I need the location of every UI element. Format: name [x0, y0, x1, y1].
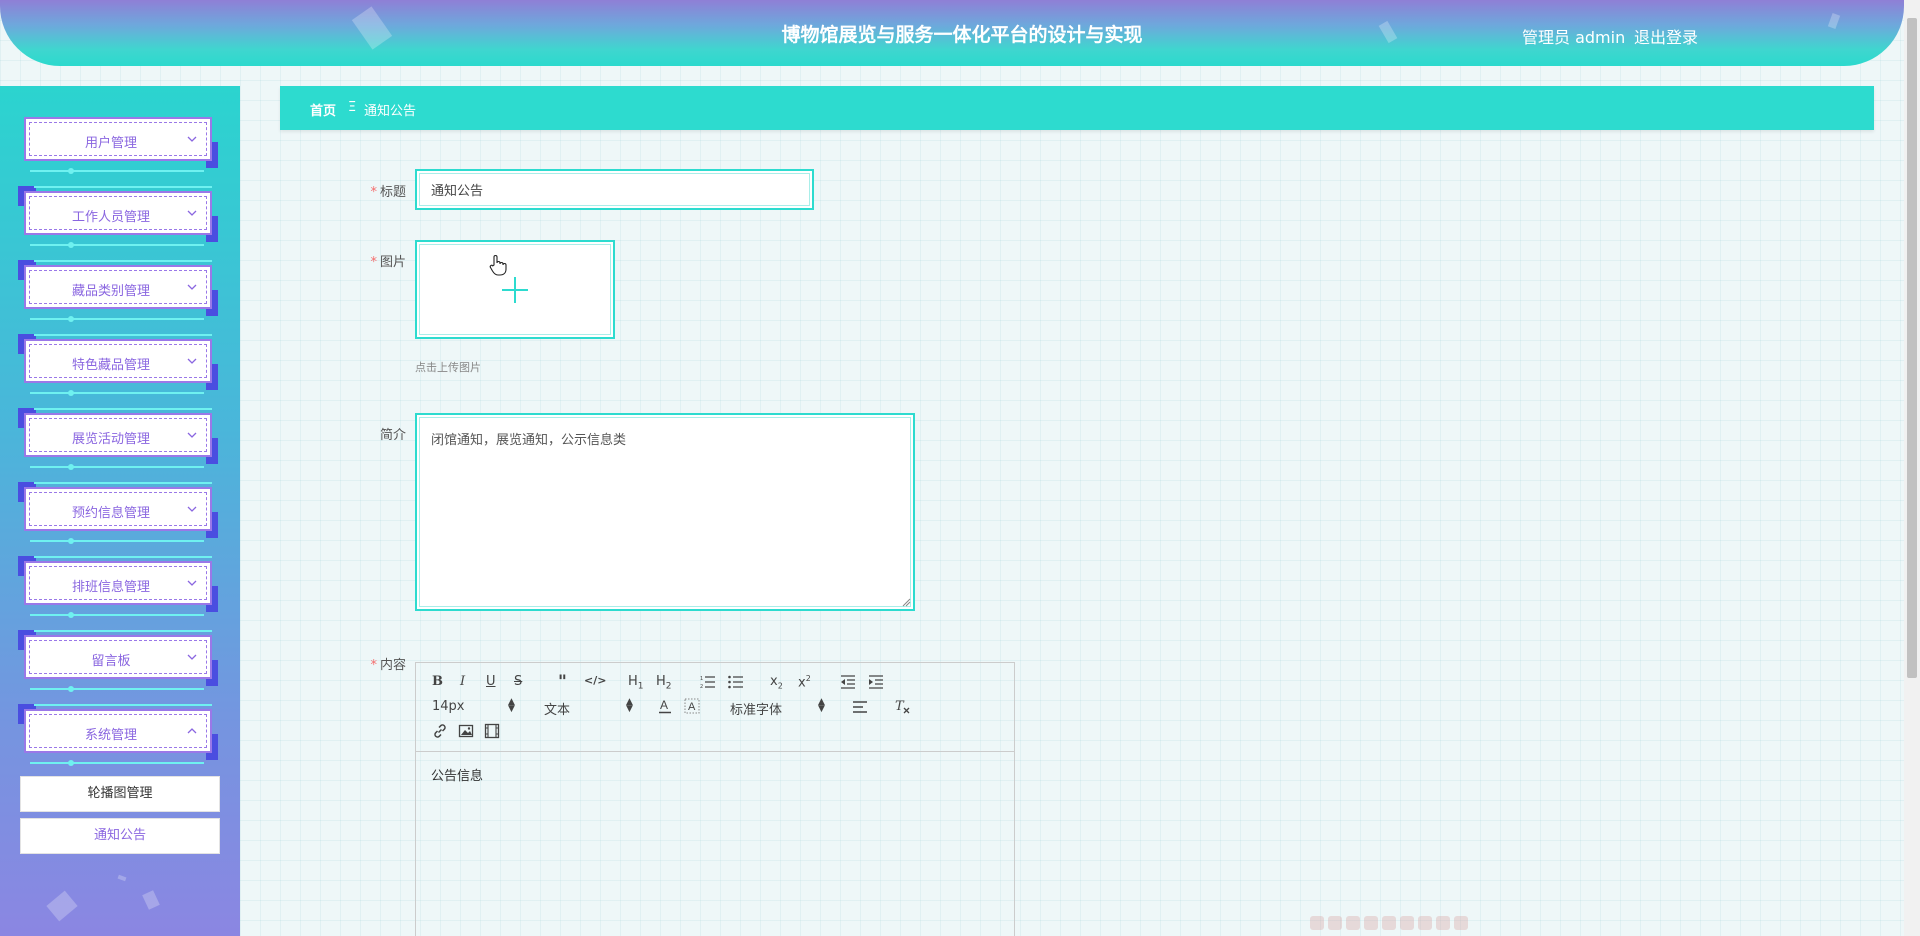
title-input[interactable] — [421, 175, 808, 204]
svg-text:A: A — [688, 701, 696, 713]
rich-text-editor[interactable]: B I U S " </> H1 H2 12 x2 x2 14px ▲ ▼ 文本 … — [415, 662, 1015, 936]
sidebar-menu-reservations[interactable]: 预约信息管理 — [18, 482, 218, 544]
chevron-down-icon — [187, 136, 197, 142]
breadcrumb-current: 通知公告 — [364, 104, 417, 119]
underline-icon[interactable]: U — [486, 674, 496, 689]
clear-format-icon[interactable]: T — [894, 698, 910, 714]
outdent-icon[interactable] — [840, 675, 856, 689]
chevron-down-icon — [187, 580, 197, 586]
sidebar-decoration — [142, 890, 160, 910]
ime-toolbar — [1310, 916, 1472, 936]
sidebar-menu-users[interactable]: 用户管理 — [20, 112, 218, 174]
breadcrumb-separator: Ξ — [348, 100, 357, 115]
chevron-down-icon — [187, 210, 197, 216]
chevron-down-icon — [187, 284, 197, 290]
sidebar-subitem-notice[interactable]: 通知公告 — [20, 818, 220, 854]
font-color-icon[interactable]: A — [658, 698, 672, 714]
bold-icon[interactable]: B — [432, 674, 443, 689]
menu-label: 展览活动管理 — [71, 432, 150, 447]
svg-text:1: 1 — [700, 676, 703, 682]
video-icon[interactable] — [484, 723, 500, 739]
ordered-list-icon[interactable]: 12 — [700, 675, 716, 689]
menu-label: 排班信息管理 — [71, 580, 150, 595]
hand-cursor-icon — [489, 255, 507, 276]
heading2-icon[interactable]: H2 — [656, 674, 672, 692]
svg-text:T: T — [895, 699, 905, 714]
resize-grip-icon[interactable] — [901, 597, 911, 607]
editor-toolbar: B I U S " </> H1 H2 12 x2 x2 14px ▲ ▼ 文本 … — [416, 663, 1014, 752]
summary-textarea[interactable]: 闭馆通知，展览通知，公示信息类 — [421, 419, 909, 605]
sidebar-menu-shifts[interactable]: 排班信息管理 — [18, 556, 218, 618]
italic-icon[interactable]: I — [460, 674, 465, 689]
chevron-down-icon — [187, 506, 197, 512]
image-upload-area[interactable] — [415, 240, 615, 339]
strikethrough-icon[interactable]: S — [514, 674, 522, 689]
sidebar-menu-staff[interactable]: 工作人员管理 — [18, 186, 218, 248]
chevron-down-icon — [187, 358, 197, 364]
sidebar-decoration — [46, 890, 78, 922]
menu-label: 用户管理 — [84, 136, 137, 151]
scrollbar-thumb[interactable] — [1907, 18, 1917, 678]
sidebar: 用户管理 工作人员管理 藏品类别管理 特色藏品管理 展览活动管理 预约信息管理 … — [0, 86, 240, 936]
menu-label: 藏品类别管理 — [71, 284, 150, 299]
paragraph-select[interactable]: 文本 ▲ ▼ — [544, 698, 633, 719]
current-user: 管理员 admin — [1522, 28, 1626, 47]
blockquote-icon[interactable]: " — [558, 672, 567, 692]
summary-label: 简介 — [379, 428, 406, 443]
title-label: * 标题 — [370, 185, 406, 200]
summary-field[interactable]: 闭馆通知，展览通知，公示信息类 — [415, 413, 915, 611]
title-field[interactable] — [415, 169, 814, 210]
menu-label: 工作人员管理 — [71, 210, 150, 225]
page-scrollbar[interactable] — [1904, 0, 1920, 936]
image-label: * 图片 — [370, 255, 406, 270]
sidebar-subitem-carousel[interactable]: 轮播图管理 — [20, 776, 220, 812]
image-icon[interactable] — [458, 723, 474, 739]
sidebar-menu-collection-category[interactable]: 藏品类别管理 — [18, 260, 218, 322]
superscript-icon[interactable]: x2 — [798, 674, 811, 690]
menu-label: 特色藏品管理 — [71, 358, 150, 373]
code-icon[interactable]: </> — [584, 674, 606, 687]
font-family-select[interactable]: 标准字体 ▲ ▼ — [730, 698, 826, 719]
bullet-list-icon[interactable] — [728, 675, 744, 689]
logout-button[interactable]: 退出登录 — [1634, 24, 1698, 48]
chevron-up-icon — [187, 728, 197, 734]
font-size-select[interactable]: 14px ▲ ▼ — [432, 698, 516, 715]
content-label: * 内容 — [370, 658, 406, 673]
sidebar-decoration — [117, 874, 127, 882]
sidebar-menu-message-board[interactable]: 留言板 — [18, 630, 218, 692]
top-header: 博物馆展览与服务一体化平台的设计与实现 管理员 admin 退出登录 — [0, 0, 1904, 66]
sidebar-menu-exhibitions[interactable]: 展览活动管理 — [18, 408, 218, 470]
upload-hint: 点击上传图片 — [415, 361, 481, 374]
svg-text:A: A — [660, 698, 668, 712]
breadcrumb-home[interactable]: 首页 — [310, 100, 336, 119]
menu-label: 系统管理 — [84, 728, 137, 743]
sidebar-menu-system[interactable]: 系统管理 — [18, 704, 218, 766]
link-icon[interactable] — [432, 723, 448, 739]
background-color-icon[interactable]: A — [684, 698, 700, 714]
align-icon[interactable] — [852, 700, 868, 714]
menu-label: 预约信息管理 — [71, 506, 150, 521]
chevron-down-icon — [187, 432, 197, 438]
indent-icon[interactable] — [868, 675, 884, 689]
sidebar-menu-featured-collection[interactable]: 特色藏品管理 — [18, 334, 218, 396]
chevron-down-icon — [187, 654, 197, 660]
editor-content[interactable]: 公告信息 — [431, 765, 483, 784]
menu-label: 留言板 — [91, 654, 131, 669]
svg-text:2: 2 — [700, 684, 703, 689]
heading1-icon[interactable]: H1 — [628, 674, 644, 692]
plus-icon — [502, 277, 528, 303]
breadcrumb: 首页 Ξ 通知公告 — [280, 86, 1874, 130]
subscript-icon[interactable]: x2 — [770, 674, 783, 691]
